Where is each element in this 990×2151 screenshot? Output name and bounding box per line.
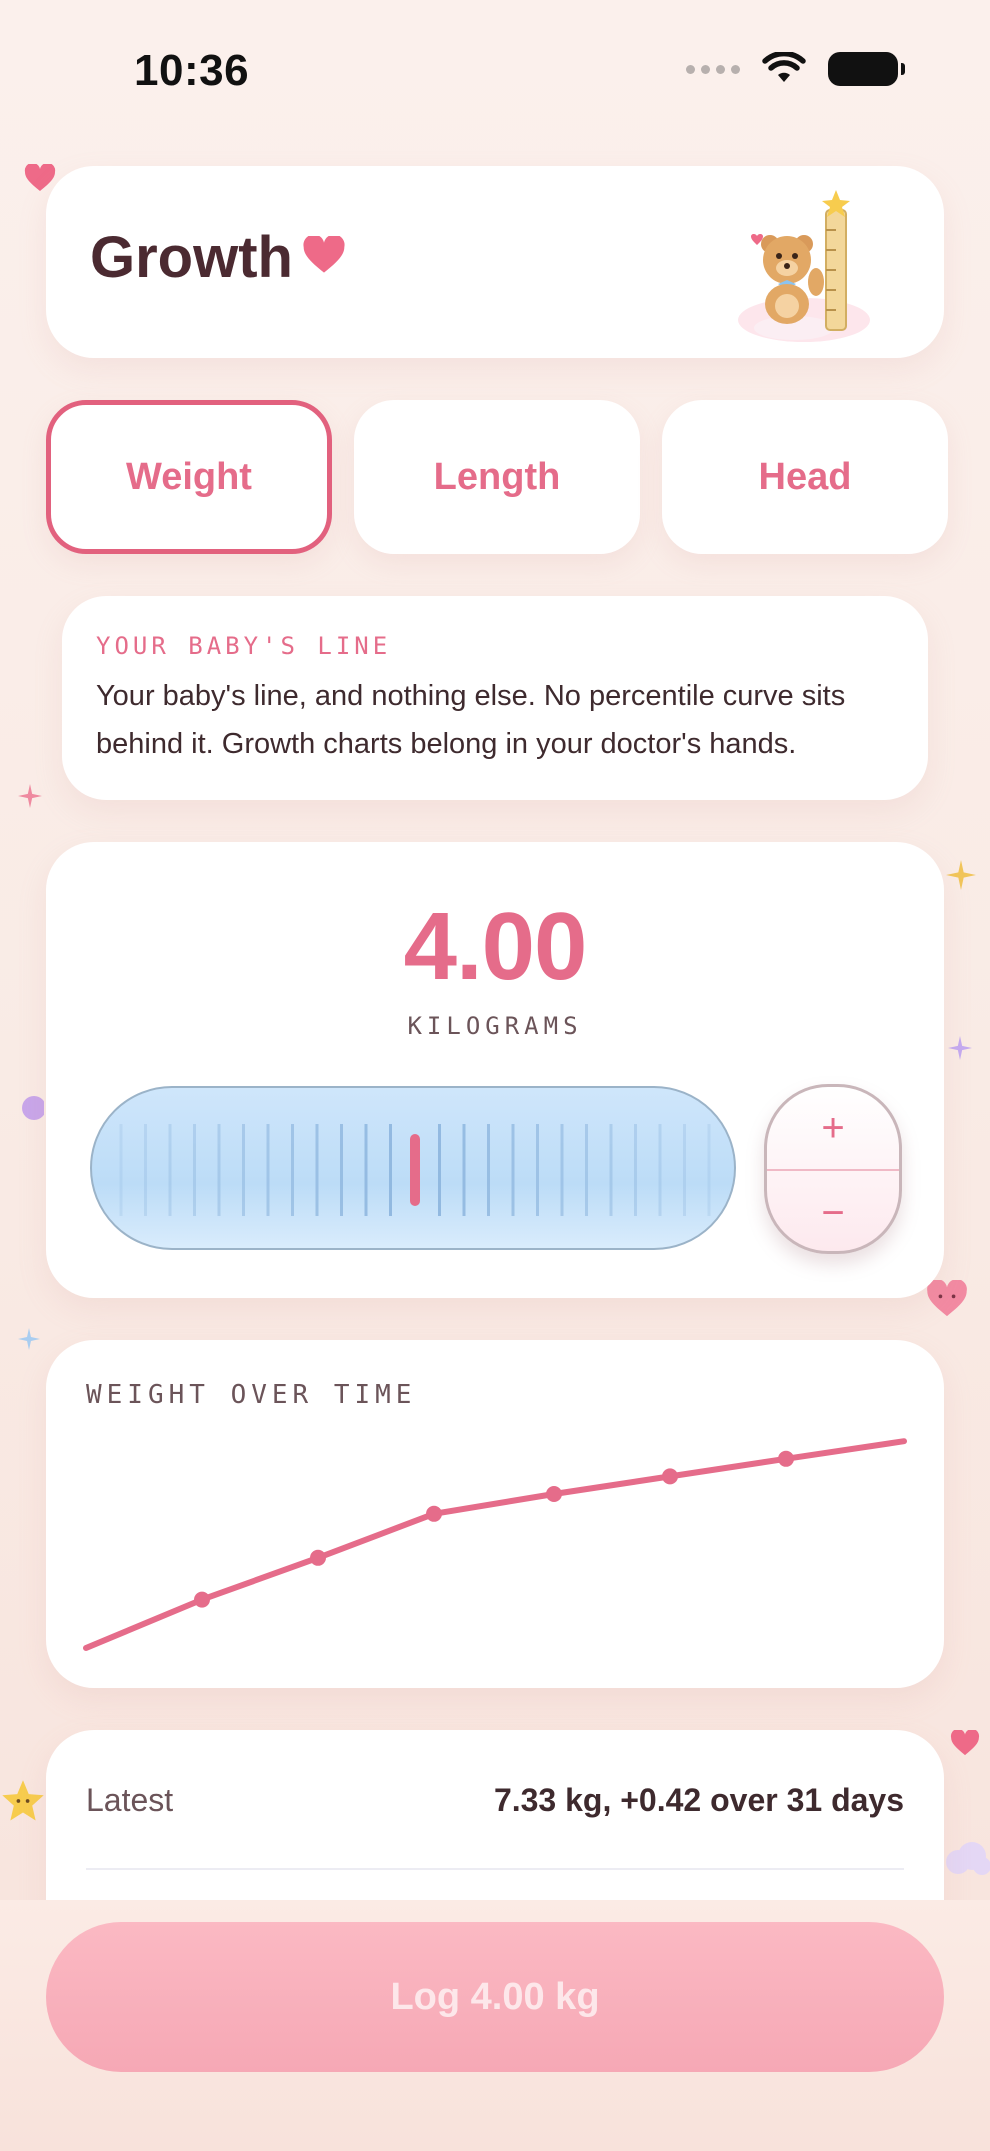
signal-dots-icon (686, 64, 740, 74)
weight-unit: KILOGRAMS (407, 1012, 583, 1040)
weight-chart-card: WEIGHT OVER TIME (46, 1340, 944, 1688)
star-face-deco-icon (2, 1780, 44, 1821)
tab-length[interactable]: Length (354, 400, 640, 554)
sparkle-deco-icon (946, 860, 976, 890)
decrement-button[interactable]: − (767, 1171, 899, 1251)
weight-value: 4.00 (403, 893, 588, 1000)
status-time: 10:36 (134, 46, 250, 95)
battery-icon (828, 52, 905, 86)
page-title: Growth (90, 225, 293, 290)
heart-deco-icon (24, 164, 56, 191)
info-body: Your baby's line, and nothing else. No p… (96, 680, 846, 760)
cloud-deco-icon (946, 1842, 990, 1875)
bear-measuring-stick-illustration (738, 190, 870, 342)
data-point (310, 1549, 326, 1566)
heart-face-deco-icon (927, 1280, 967, 1317)
log-weight-button[interactable]: Log 4.00 kg (46, 1922, 944, 2072)
latest-value: 7.33 kg, +0.42 over 31 days (493, 1782, 904, 1818)
status-icons (686, 52, 905, 86)
tab-weight[interactable]: Weight (46, 400, 332, 554)
divider (86, 1868, 904, 1870)
wifi-icon (762, 52, 806, 82)
ruler-ticks (119, 1124, 711, 1216)
latest-label: Latest (86, 1782, 174, 1818)
weight-line-chart (83, 1438, 907, 1651)
paw-deco-icon (22, 1096, 44, 1120)
data-point (546, 1486, 562, 1502)
sparkle-deco-icon (18, 1328, 40, 1350)
sparkle-deco-icon (18, 784, 42, 808)
weight-entry-card: 4.00 KILOGRAMS + − (46, 842, 944, 1298)
sparkle-deco-icon (948, 1036, 972, 1060)
weight-series-line (83, 1438, 907, 1651)
info-heading: YOUR BABY'S LINE (96, 632, 392, 660)
data-point (194, 1591, 210, 1608)
data-point (426, 1505, 442, 1522)
header-card: Growth (46, 166, 944, 358)
info-card: YOUR BABY'S LINE Your baby's line, and n… (62, 596, 928, 800)
heart-icon (303, 236, 345, 273)
data-point (662, 1468, 678, 1485)
tab-head[interactable]: Head (662, 400, 948, 554)
weight-ruler-slider[interactable] (90, 1086, 736, 1250)
data-point (778, 1450, 794, 1467)
increment-button[interactable]: + (767, 1087, 899, 1171)
heart-deco-icon (950, 1730, 980, 1756)
weight-stepper[interactable]: + − (764, 1084, 902, 1254)
ruler-indicator (410, 1134, 420, 1206)
